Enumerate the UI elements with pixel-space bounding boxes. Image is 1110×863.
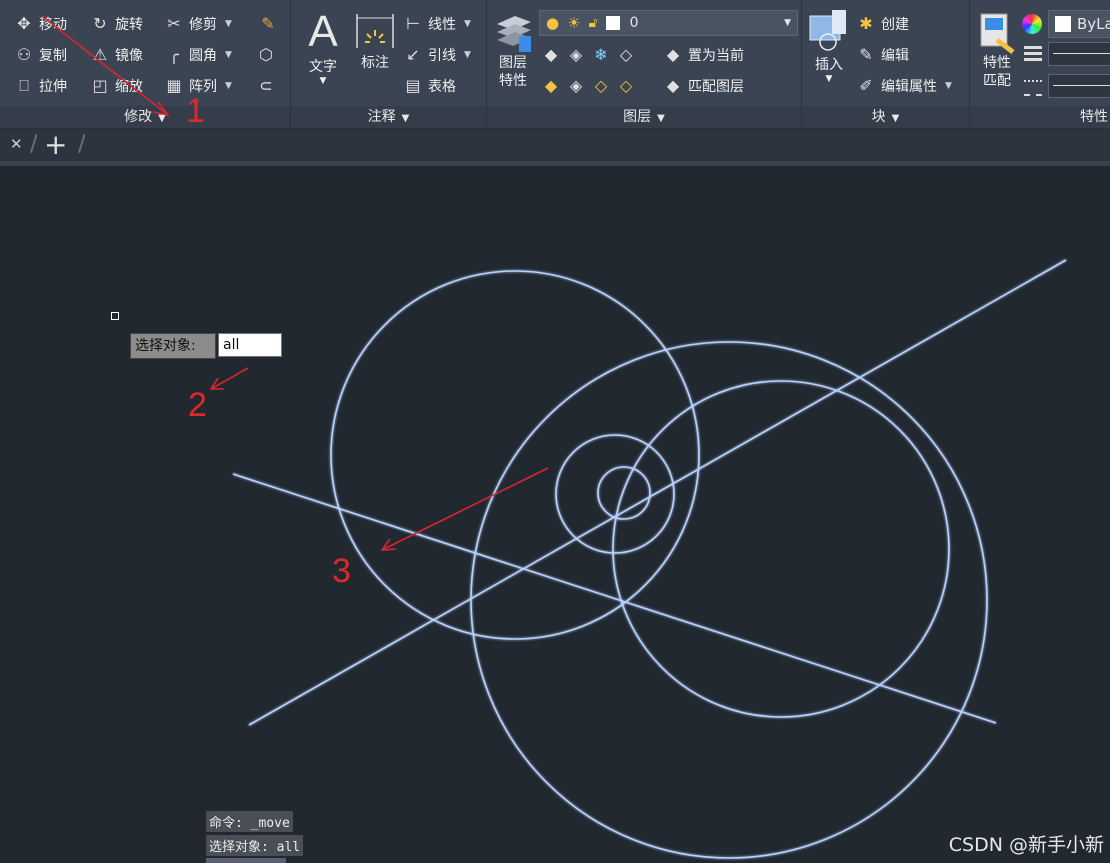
drawing-circle [612,380,950,718]
dynamic-prompt-label: 选择对象: [130,333,216,359]
watermark: CSDN @新手小新 [948,834,1104,856]
annotation-number: 1 [186,92,205,130]
dynamic-prompt-input[interactable]: all [218,333,282,357]
command-input-bar[interactable] [206,858,286,863]
command-history-line: 选择对象: all [206,835,304,856]
drawing-canvas[interactable] [0,0,1110,863]
drawing-circle [470,341,988,859]
cursor-pickbox [111,312,119,320]
annotation-number: 2 [188,386,207,424]
drawing-line [232,473,997,724]
command-history-line: 命令: _move [206,811,293,832]
drawing-line [248,259,1067,726]
annotation-number: 3 [332,552,351,590]
